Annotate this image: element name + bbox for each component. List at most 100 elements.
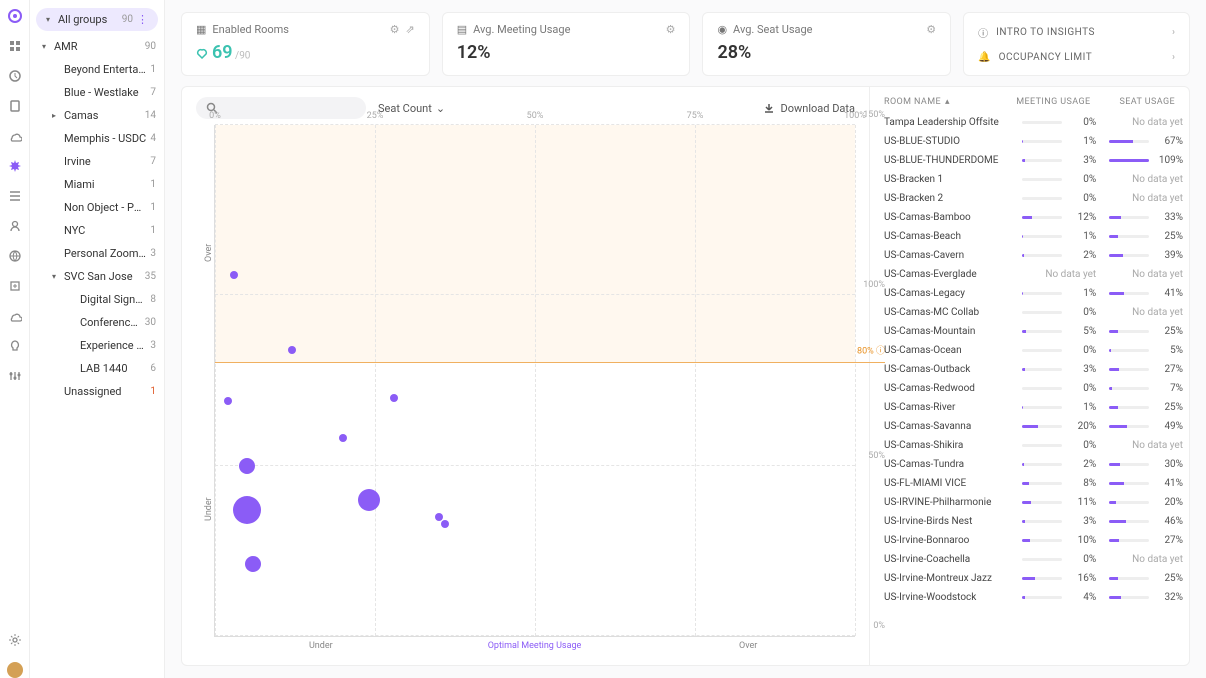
gear-icon[interactable]: ⚙ — [666, 23, 676, 36]
card-title: Enabled Rooms — [212, 23, 383, 36]
table-row[interactable]: US-Camas-Shikira0%No data yet — [884, 436, 1183, 455]
cloud2-icon[interactable] — [7, 308, 23, 324]
rooms-table: ROOM NAME▴ MEETING USAGE SEAT USAGE Tamp… — [869, 87, 1189, 665]
logo-icon[interactable] — [7, 8, 23, 24]
table-row[interactable]: US-FL-MIAMI VICE8%41% — [884, 474, 1183, 493]
table-row[interactable]: US-Irvine-Birds Nest3%46% — [884, 512, 1183, 531]
groups-sidebar: ▾ All groups 90 ⋮ ▾AMR90Beyond Entertain… — [30, 0, 165, 678]
gear-icon[interactable]: ⚙ — [390, 23, 400, 36]
bubble[interactable] — [288, 346, 296, 354]
scatter-plot: 0%25%50%75%100%0%50%100%150%80% ⓘ — [214, 125, 855, 637]
group-item[interactable]: ▾SVC San Jose35 — [30, 265, 164, 288]
dashboard-icon[interactable] — [7, 38, 23, 54]
person-icon[interactable] — [7, 218, 23, 234]
table-row[interactable]: US-Camas-Tundra2%30% — [884, 455, 1183, 474]
group-item[interactable]: Personal ZoomRo...3 — [30, 242, 164, 265]
gear-icon[interactable]: ⚙ — [926, 23, 936, 36]
bubble[interactable] — [390, 394, 398, 402]
search-input[interactable] — [196, 97, 366, 119]
chevron-right-icon: › — [1172, 27, 1175, 38]
group-item[interactable]: ▸Camas14 — [30, 104, 164, 127]
card-enabled-rooms: ▦ Enabled Rooms ⚙ ⇗ 69 /90 — [181, 12, 430, 76]
table-row[interactable]: US-Camas-Outback3%27% — [884, 360, 1183, 379]
table-row[interactable]: US-Irvine-Bonnaroo10%27% — [884, 531, 1183, 550]
col-seat-usage[interactable]: SEAT USAGE — [1091, 97, 1175, 107]
card-icon: ◉ — [717, 23, 727, 36]
gear-icon[interactable] — [7, 632, 23, 648]
bubble[interactable] — [224, 397, 232, 405]
group-item[interactable]: NYC1 — [30, 219, 164, 242]
cloud-icon[interactable] — [7, 128, 23, 144]
bubble[interactable] — [339, 434, 347, 442]
link-intro[interactable]: ⓘ INTRO TO INSIGHTS › — [978, 19, 1175, 46]
group-item[interactable]: Digital Signage8 — [30, 288, 164, 311]
bubble[interactable] — [233, 496, 261, 524]
table-row[interactable]: US-Irvine-Coachella0%No data yet — [884, 550, 1183, 569]
bubble[interactable] — [245, 556, 261, 572]
main-content: ▦ Enabled Rooms ⚙ ⇗ 69 /90 ▤ Avg. Meetin… — [165, 0, 1206, 678]
table-row[interactable]: US-Camas-EvergladeNo data yetNo data yet — [884, 265, 1183, 284]
bell-icon: 🔔 — [978, 52, 990, 63]
card-meeting-usage: ▤ Avg. Meeting Usage ⚙ 12% — [442, 12, 691, 76]
card-title: Avg. Seat Usage — [733, 23, 920, 36]
group-item[interactable]: Blue - Westlake7 — [30, 81, 164, 104]
book-icon[interactable] — [7, 98, 23, 114]
table-row[interactable]: US-Camas-Savanna20%49% — [884, 417, 1183, 436]
bubble[interactable] — [441, 520, 449, 528]
globe-icon[interactable] — [7, 248, 23, 264]
insights-icon[interactable] — [7, 158, 23, 174]
group-item[interactable]: Unassigned1 — [30, 380, 164, 403]
table-row[interactable]: US-Camas-Ocean0%5% — [884, 341, 1183, 360]
layers-icon[interactable] — [7, 278, 23, 294]
table-row[interactable]: US-Bracken 20%No data yet — [884, 189, 1183, 208]
download-button[interactable]: Download Data — [763, 102, 855, 115]
card-seat-usage: ◉ Avg. Seat Usage ⚙ 28% — [702, 12, 951, 76]
sliders-icon[interactable] — [7, 368, 23, 384]
col-meeting-usage[interactable]: MEETING USAGE — [1006, 97, 1090, 107]
table-row[interactable]: US-Camas-Beach1%25% — [884, 227, 1183, 246]
avatar[interactable] — [7, 662, 23, 678]
chevron-down-icon: ⌄ — [436, 102, 445, 115]
card-icon: ▤ — [457, 23, 467, 36]
group-item[interactable]: Conference Roo...30 — [30, 311, 164, 334]
check-heart-icon — [196, 47, 208, 59]
col-room-name[interactable]: ROOM NAME▴ — [884, 97, 1006, 107]
table-row[interactable]: US-Camas-Legacy1%41% — [884, 284, 1183, 303]
table-row[interactable]: Tampa Leadership Offsite0%No data yet — [884, 113, 1183, 132]
bubble[interactable] — [358, 489, 380, 511]
table-row[interactable]: US-Camas-Cavern2%39% — [884, 246, 1183, 265]
settings-list-icon[interactable] — [7, 188, 23, 204]
sort-icon: ▴ — [945, 97, 950, 107]
kebab-icon[interactable]: ⋮ — [137, 13, 148, 26]
table-row[interactable]: US-Camas-Redwood0%7% — [884, 379, 1183, 398]
card-links: ⓘ INTRO TO INSIGHTS › 🔔 OCCUPANCY LIMIT … — [963, 12, 1190, 76]
group-item[interactable]: Miami1 — [30, 173, 164, 196]
nav-rail — [0, 0, 30, 678]
bubble[interactable] — [239, 458, 255, 474]
group-item[interactable]: Non Object - Port...1 — [30, 196, 164, 219]
group-item[interactable]: Irvine7 — [30, 150, 164, 173]
group-item[interactable]: Experience Center3 — [30, 334, 164, 357]
bulb-icon[interactable] — [7, 338, 23, 354]
table-row[interactable]: US-BLUE-STUDIO1%67% — [884, 132, 1183, 151]
table-row[interactable]: US-Camas-Mountain5%25% — [884, 322, 1183, 341]
bubble[interactable] — [230, 271, 238, 279]
activity-icon[interactable] — [7, 68, 23, 84]
table-row[interactable]: US-IRVINE-Philharmonie11%20% — [884, 493, 1183, 512]
table-row[interactable]: US-Camas-MC Collab0%No data yet — [884, 303, 1183, 322]
card-title: Avg. Meeting Usage — [473, 23, 659, 36]
sort-dropdown[interactable]: Seat Count ⌄ — [378, 102, 445, 115]
group-item[interactable]: Beyond Entertainm...1 — [30, 58, 164, 81]
group-item[interactable]: LAB 14406 — [30, 357, 164, 380]
table-row[interactable]: US-Bracken 10%No data yet — [884, 170, 1183, 189]
group-item[interactable]: ▾AMR90 — [30, 35, 164, 58]
table-row[interactable]: US-Camas-River1%25% — [884, 398, 1183, 417]
group-item[interactable]: Memphis - USDC4 — [30, 127, 164, 150]
table-row[interactable]: US-Camas-Bamboo12%33% — [884, 208, 1183, 227]
link-occupancy[interactable]: 🔔 OCCUPANCY LIMIT › — [978, 46, 1175, 69]
table-row[interactable]: US-Irvine-Woodstock4%32% — [884, 588, 1183, 607]
table-row[interactable]: US-BLUE-THUNDERDOME3%109% — [884, 151, 1183, 170]
table-row[interactable]: US-Irvine-Montreux Jazz16%25% — [884, 569, 1183, 588]
external-link-icon[interactable]: ⇗ — [406, 23, 415, 36]
all-groups[interactable]: ▾ All groups 90 ⋮ — [36, 8, 158, 31]
